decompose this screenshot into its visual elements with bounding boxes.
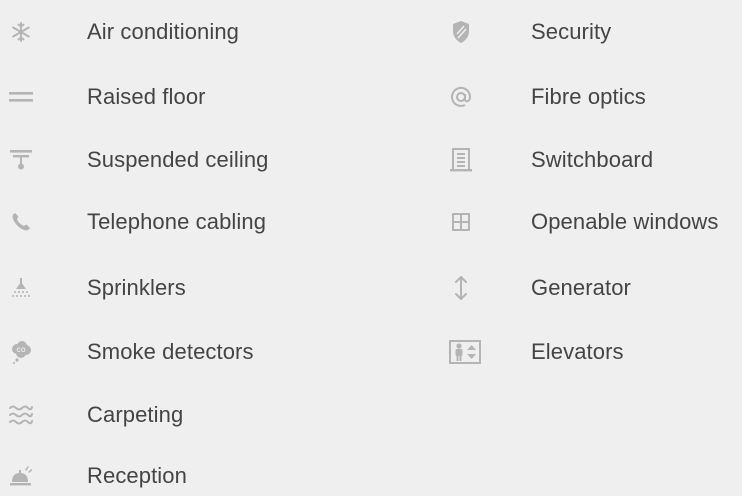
amenity-label: Suspended ceiling xyxy=(87,147,269,172)
elevator-icon xyxy=(448,339,482,365)
amenities-list: Air conditioning Raised floor Suspended … xyxy=(0,0,742,496)
snowflake-icon xyxy=(8,19,34,45)
amenity-label: Openable windows xyxy=(531,209,719,234)
amenity-label: Raised floor xyxy=(87,84,206,109)
amenity-label: Reception xyxy=(87,463,187,488)
waves-icon xyxy=(8,402,34,428)
at-icon xyxy=(448,84,474,110)
bell-icon xyxy=(8,463,34,489)
amenity-label: Elevators xyxy=(531,339,624,364)
amenity-label: Security xyxy=(531,19,612,44)
amenity-label: Generator xyxy=(531,275,631,300)
ceiling-lamp-icon xyxy=(8,147,34,173)
window-icon xyxy=(448,209,474,235)
equals-icon xyxy=(8,84,34,110)
amenity-label: Fibre optics xyxy=(531,84,646,109)
shield-icon xyxy=(448,19,474,45)
phone-icon xyxy=(8,209,34,235)
svg-text:CO: CO xyxy=(17,348,26,354)
smoke-detector-icon: CO xyxy=(8,339,34,365)
amenity-label: Air conditioning xyxy=(87,19,240,44)
amenity-label: Telephone cabling xyxy=(87,209,267,234)
amenity-label: Smoke detectors xyxy=(87,339,254,364)
amenity-label: Sprinklers xyxy=(87,275,186,300)
sprinkler-icon xyxy=(8,275,34,301)
up-down-arrow-icon xyxy=(448,275,474,301)
amenity-label: Switchboard xyxy=(531,147,654,172)
amenity-label: Carpeting xyxy=(87,402,184,427)
switchboard-icon xyxy=(448,147,474,173)
